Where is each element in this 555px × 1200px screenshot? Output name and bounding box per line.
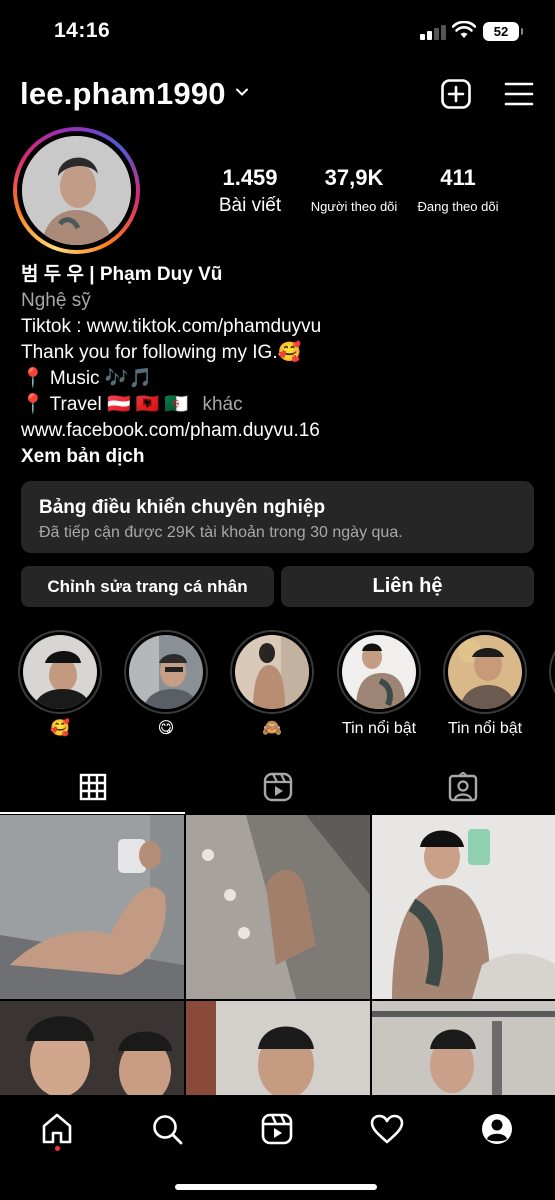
story-highlight[interactable]: 🥰 xyxy=(18,630,102,740)
highlight-peek xyxy=(549,630,555,714)
active-tab-indicator xyxy=(0,812,185,814)
dashboard-subtitle: Đã tiếp cận được 29K tài khoản trong 30 … xyxy=(39,524,403,541)
bio-more-link[interactable]: khác xyxy=(202,394,242,415)
bio-line: Thank you for following my IG.🥰 xyxy=(21,342,302,363)
profile-tabs xyxy=(0,760,555,814)
home-icon xyxy=(42,1113,72,1144)
bio-line: 📍 Music 🎶🎵 xyxy=(21,368,153,389)
profile-icon xyxy=(482,1114,512,1144)
status-bar: 14:16 52 xyxy=(0,0,555,62)
contact-button[interactable]: Liên hệ xyxy=(281,566,534,607)
story-highlight[interactable]: Tin nổi bật xyxy=(337,630,421,740)
profile-header: lee.pham1990 xyxy=(0,72,555,116)
dashboard-title: Bảng điều khiển chuyên nghiệp xyxy=(39,497,326,518)
highlight-label: 🙈 xyxy=(262,720,282,737)
search-icon xyxy=(153,1115,183,1145)
profile-category: Nghệ sỹ xyxy=(21,290,91,311)
reels-tab[interactable] xyxy=(185,760,370,814)
battery-indicator: 52 xyxy=(483,22,523,41)
following-label: Đang theo dõi xyxy=(417,199,499,214)
post-thumbnail[interactable] xyxy=(0,815,184,999)
grid-icon xyxy=(79,773,106,801)
heart-icon xyxy=(370,1114,404,1144)
create-post-icon[interactable] xyxy=(440,78,472,110)
post-thumbnail[interactable] xyxy=(186,815,370,999)
nav-activity[interactable] xyxy=(367,1109,407,1149)
story-highlight[interactable]: 😋 xyxy=(124,630,208,740)
avatar xyxy=(22,136,131,245)
edit-profile-button[interactable]: Chỉnh sửa trang cá nhân xyxy=(21,566,274,607)
home-indicator xyxy=(175,1184,377,1190)
stat-posts[interactable]: 1.459 Bài viết xyxy=(212,165,288,217)
nav-reels[interactable] xyxy=(257,1109,297,1149)
bio-line: Tiktok : www.tiktok.com/phamduyvu xyxy=(21,316,322,337)
grid-tab[interactable] xyxy=(0,760,185,814)
post-thumbnail[interactable] xyxy=(0,1001,184,1095)
notification-dot xyxy=(55,1146,60,1151)
posts-grid xyxy=(0,815,555,1095)
post-thumbnail[interactable] xyxy=(372,1001,555,1095)
bio-website-link[interactable]: www.facebook.com/pham.duyvu.16 xyxy=(21,418,541,444)
wifi-icon xyxy=(452,21,476,38)
following-count: 411 xyxy=(440,165,476,190)
chevron-down-icon[interactable] xyxy=(234,84,250,100)
profile-avatar-ring[interactable] xyxy=(13,127,140,254)
highlight-label: Tin nổi bật xyxy=(447,720,523,737)
highlight-label: Tin nổi bật xyxy=(341,720,417,737)
tagged-tab[interactable] xyxy=(370,760,555,814)
profile-name: 범 두 우 | Phạm Duy Vũ xyxy=(21,264,223,285)
nav-search[interactable] xyxy=(147,1109,187,1149)
stat-following[interactable]: 411 Đang theo dõi xyxy=(410,165,506,214)
menu-icon[interactable] xyxy=(504,78,534,110)
highlight-cover xyxy=(342,635,416,709)
posts-count: 1.459 xyxy=(222,165,278,190)
cellular-signal-icon xyxy=(420,24,446,40)
bio-line-travel: 📍 Travel 🇦🇹 🇦🇱 🇩🇿 khác xyxy=(21,392,541,418)
posts-label: Bài viết xyxy=(218,195,282,216)
highlight-label: 😋 xyxy=(157,720,175,737)
tagged-icon xyxy=(448,772,477,802)
professional-dashboard[interactable]: Bảng điều khiển chuyên nghiệp Đã tiếp cậ… xyxy=(21,481,534,553)
story-highlight[interactable]: Tin nổi bật xyxy=(443,630,527,740)
highlight-cover xyxy=(23,635,97,709)
story-highlight[interactable]: 🙈 xyxy=(230,630,314,740)
stat-followers[interactable]: 37,9K Người theo dõi xyxy=(304,165,404,214)
reels-icon xyxy=(263,772,292,802)
post-thumbnail[interactable] xyxy=(372,815,555,999)
reels-icon xyxy=(261,1113,293,1145)
post-thumbnail[interactable] xyxy=(186,1001,370,1095)
bottom-navigation xyxy=(0,1095,555,1200)
highlight-cover xyxy=(235,635,309,709)
followers-label: Người theo dõi xyxy=(310,199,398,214)
status-time: 14:16 xyxy=(54,19,111,42)
nav-profile[interactable] xyxy=(477,1109,517,1149)
highlight-cover xyxy=(448,635,522,709)
highlight-cover xyxy=(129,635,203,709)
username[interactable]: lee.pham1990 xyxy=(20,76,226,112)
profile-bio: 범 두 우 | Phạm Duy Vũ Nghệ sỹ Tiktok : www… xyxy=(21,262,541,470)
nav-home[interactable] xyxy=(37,1109,77,1149)
highlight-label: 🥰 xyxy=(50,720,70,737)
followers-count: 37,9K xyxy=(324,165,384,190)
see-translation-link[interactable]: Xem bản dịch xyxy=(21,444,541,470)
bio-line: 📍 Travel 🇦🇹 🇦🇱 🇩🇿 xyxy=(21,394,189,415)
